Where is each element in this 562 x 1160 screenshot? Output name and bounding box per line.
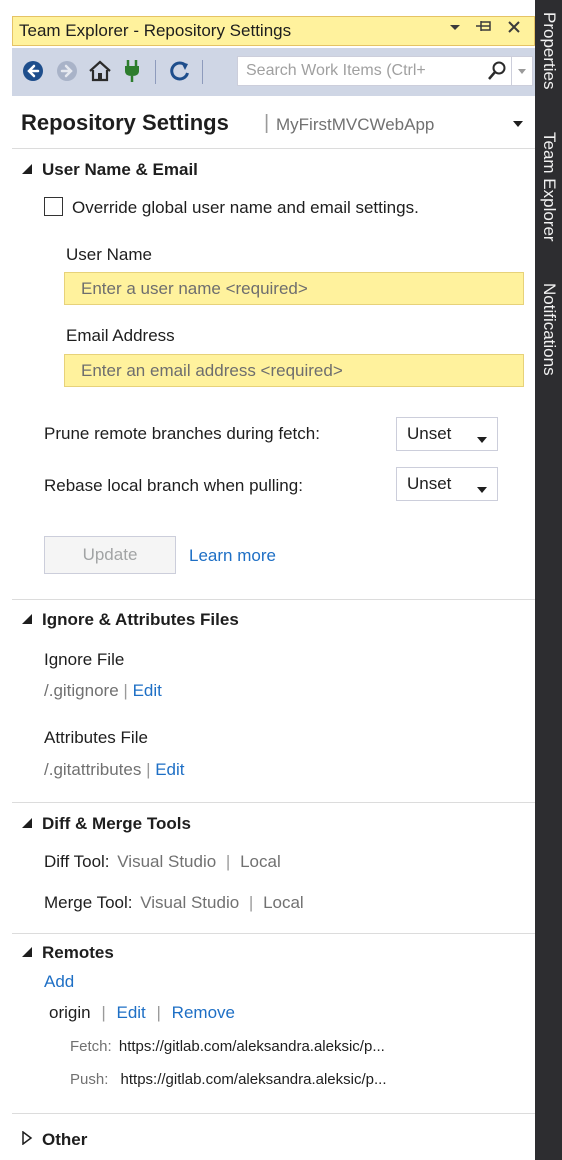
user-name-input[interactable] xyxy=(65,273,523,304)
window-title: Team Explorer - Repository Settings xyxy=(19,21,292,40)
collapse-triangle-icon xyxy=(21,610,35,630)
diff-tool-value: Visual Studio xyxy=(117,852,217,871)
push-label: Push: xyxy=(70,1071,109,1088)
page-title: Repository Settings xyxy=(21,110,229,135)
remote-row: origin | Edit | Remove xyxy=(49,1003,235,1023)
email-field[interactable] xyxy=(64,354,524,387)
remote-name: origin xyxy=(49,1003,91,1022)
refresh-icon[interactable] xyxy=(167,58,193,84)
title-separator: | xyxy=(264,112,270,134)
attributes-file-row: /.gitattributes | Edit xyxy=(44,760,185,780)
chevron-down-icon xyxy=(476,431,488,449)
pipe-separator: | xyxy=(248,893,254,912)
section-divider xyxy=(12,933,535,934)
diff-tool-local: Local xyxy=(240,852,281,871)
expand-triangle-icon xyxy=(21,1130,35,1150)
pipe-separator: | xyxy=(156,1003,161,1022)
search-dropdown-icon[interactable] xyxy=(511,57,532,85)
user-name-field[interactable] xyxy=(64,272,524,305)
side-tab-properties[interactable]: Properties xyxy=(538,12,560,89)
page-menu-dropdown-icon[interactable] xyxy=(512,116,524,134)
collapse-triangle-icon xyxy=(21,160,35,180)
prune-select-value: Unset xyxy=(407,424,452,443)
override-label[interactable]: Override global user name and email sett… xyxy=(72,198,419,218)
section-user-name-email-header[interactable]: User Name & Email xyxy=(21,160,198,180)
forward-icon[interactable] xyxy=(54,58,80,84)
ignore-edit-link[interactable]: Edit xyxy=(133,681,162,700)
rebase-select[interactable]: Unset xyxy=(396,467,498,501)
pin-icon[interactable] xyxy=(475,19,493,37)
merge-tool-label: Merge Tool: xyxy=(44,893,133,912)
section-title: Diff & Merge Tools xyxy=(42,814,191,833)
toolbar: Search Work Items (Ctrl+ xyxy=(12,48,535,96)
user-name-label: User Name xyxy=(66,245,152,264)
chevron-down-icon xyxy=(476,481,488,499)
pipe-separator: | xyxy=(146,760,151,779)
team-explorer-panel: Team Explorer - Repository Settings Sear… xyxy=(0,0,535,1160)
section-other-header[interactable]: Other xyxy=(21,1130,87,1150)
push-url-row: Push: https://gitlab.com/aleksandra.alek… xyxy=(70,1071,387,1088)
rebase-select-value: Unset xyxy=(407,474,452,493)
collapse-triangle-icon xyxy=(21,943,35,963)
close-icon[interactable] xyxy=(507,20,521,38)
search-box[interactable]: Search Work Items (Ctrl+ xyxy=(237,56,533,86)
prune-label: Prune remote branches during fetch: xyxy=(44,424,320,443)
update-button-label: Update xyxy=(82,545,138,564)
section-title: Other xyxy=(42,1130,88,1149)
ignore-file-row: /.gitignore | Edit xyxy=(44,681,162,701)
section-diff-merge-header[interactable]: Diff & Merge Tools xyxy=(21,814,191,834)
ignore-file-path: /.gitignore xyxy=(44,681,119,700)
home-icon[interactable] xyxy=(86,58,114,84)
pipe-separator: | xyxy=(123,681,128,700)
update-button[interactable]: Update xyxy=(44,536,176,574)
section-remotes-header[interactable]: Remotes xyxy=(21,943,114,963)
remote-remove-link[interactable]: Remove xyxy=(172,1003,235,1022)
toolbar-separator xyxy=(155,60,156,84)
diff-tool-label: Diff Tool: xyxy=(44,852,110,871)
section-divider xyxy=(12,1113,535,1114)
pipe-separator: | xyxy=(101,1003,106,1022)
section-title: Remotes xyxy=(42,943,114,962)
search-placeholder: Search Work Items (Ctrl+ xyxy=(246,62,426,79)
ignore-file-label: Ignore File xyxy=(44,650,125,669)
section-ignore-attributes-header[interactable]: Ignore & Attributes Files xyxy=(21,610,239,630)
search-icon[interactable] xyxy=(486,60,508,87)
attributes-file-path: /.gitattributes xyxy=(44,760,142,779)
side-tab-notifications[interactable]: Notifications xyxy=(538,283,560,376)
attributes-edit-link[interactable]: Edit xyxy=(155,760,184,779)
window-menu-dropdown-icon[interactable] xyxy=(449,20,461,37)
merge-tool-local: Local xyxy=(263,893,304,912)
merge-tool-row: Merge Tool: Visual Studio | Local xyxy=(44,893,304,913)
side-tab-team-explorer[interactable]: Team Explorer xyxy=(538,132,560,242)
learn-more-link[interactable]: Learn more xyxy=(189,546,276,566)
page-header: Repository Settings | MyFirstMVCWebApp xyxy=(12,96,535,149)
section-title: Ignore & Attributes Files xyxy=(42,610,239,629)
back-icon[interactable] xyxy=(20,58,46,84)
side-tab-bar: Properties Team Explorer Notifications xyxy=(535,0,562,1160)
connect-plug-icon[interactable] xyxy=(120,58,144,84)
email-input[interactable] xyxy=(65,355,523,386)
pipe-separator: | xyxy=(225,852,231,871)
collapse-triangle-icon xyxy=(21,814,35,834)
rebase-label: Rebase local branch when pulling: xyxy=(44,476,303,495)
fetch-url: https://gitlab.com/aleksandra.aleksic/p.… xyxy=(118,1038,385,1055)
merge-tool-value: Visual Studio xyxy=(140,893,240,912)
project-name[interactable]: MyFirstMVCWebApp xyxy=(276,115,434,135)
section-title: User Name & Email xyxy=(42,160,198,179)
section-divider xyxy=(12,802,535,803)
prune-select[interactable]: Unset xyxy=(396,417,498,451)
remote-edit-link[interactable]: Edit xyxy=(116,1003,145,1022)
toolbar-separator xyxy=(202,60,203,84)
push-url: https://gitlab.com/aleksandra.aleksic/p.… xyxy=(120,1071,387,1088)
email-label: Email Address xyxy=(66,326,175,345)
add-remote-link[interactable]: Add xyxy=(44,972,74,992)
title-bar: Team Explorer - Repository Settings xyxy=(12,16,535,46)
diff-tool-row: Diff Tool: Visual Studio | Local xyxy=(44,852,281,872)
attributes-file-label: Attributes File xyxy=(44,728,148,747)
fetch-label: Fetch: xyxy=(70,1038,112,1055)
override-checkbox[interactable] xyxy=(44,197,63,216)
section-divider xyxy=(12,599,535,600)
fetch-url-row: Fetch: https://gitlab.com/aleksandra.ale… xyxy=(70,1038,385,1055)
